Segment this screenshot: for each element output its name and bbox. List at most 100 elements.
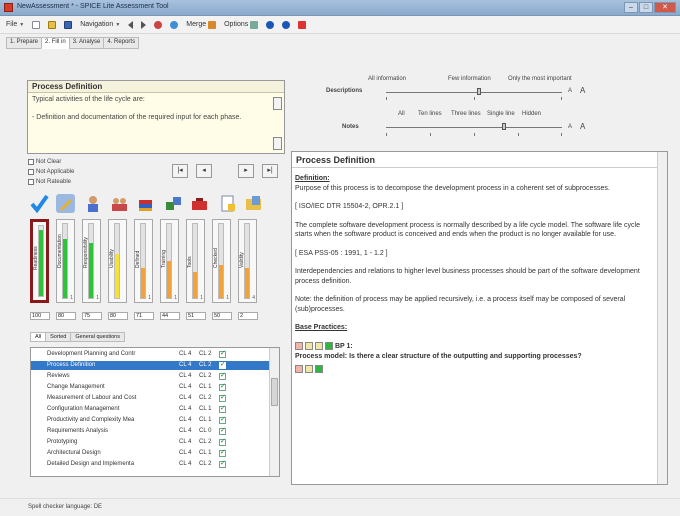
tree-item[interactable]: Development Planning and Contr CL 4 CL 2 [31,349,269,359]
document-icon[interactable] [218,194,237,213]
tree-scrollbar-thumb[interactable] [271,378,278,406]
forward-icon[interactable] [141,20,147,29]
gauge-training[interactable]: Training 1 [160,219,179,303]
tab-prepare[interactable]: 1. Prepare [6,37,43,49]
tree-item[interactable]: Detailed Design and Implementa CL 4 CL 2 [31,459,269,469]
tree-item-name: Architectural Design [47,450,101,456]
menu-options[interactable]: Options [224,20,259,29]
save-icon[interactable] [64,20,73,29]
prev-button[interactable]: ◂ [196,164,212,178]
not-clear-checkbox[interactable]: Not Clear [28,159,61,165]
tick [561,133,562,136]
tree-item[interactable]: Measurement of Labour and Cost CL 4 CL 2 [31,393,269,403]
process-summary-title: Process Definition [28,81,284,93]
spell-label: Spell checker language: [28,504,93,510]
rating-n-button[interactable] [295,342,303,351]
not-rateable-checkbox[interactable]: Not Rateable [28,179,71,185]
gauge-readiness[interactable]: Readiness [30,219,49,303]
tree-item-cl: CL 4 [179,450,192,456]
open-folder-icon[interactable] [48,20,57,29]
person-icon[interactable] [84,194,103,213]
tree-item-ol: CL 2 [199,373,212,379]
gauge-checked[interactable]: Checked 1 [212,219,231,303]
tree-item-ol: CL 2 [199,351,212,357]
percent-box: 71 [134,312,154,320]
tree-item[interactable]: Change Management CL 4 CL 1 [31,382,269,392]
tree-item[interactable]: Process Definition CL 4 CL 2 [31,360,269,370]
books-icon[interactable] [136,194,155,213]
menu-merge[interactable]: Merge [186,20,217,29]
notes-font-larger-button[interactable]: A [580,122,585,131]
gauge-usability[interactable]: Usability [108,219,127,303]
team-icon[interactable] [110,194,129,213]
tree-item[interactable]: Prototyping CL 4 CL 2 [31,437,269,447]
process-tree: Development Planning and ContrCL 4CL 2Pr… [30,347,280,477]
not-applicable-checkbox[interactable]: Not Applicable [28,169,74,175]
notes-option-all: All [398,111,405,117]
tree-scrollbar[interactable] [269,348,279,476]
checkbox-box [28,159,34,165]
gauge-fill [219,264,223,298]
tree-item[interactable]: Architectural Design CL 4 CL 1 [31,448,269,458]
tree-item-name: Change Management [47,384,105,390]
pencil-icon[interactable] [56,194,75,213]
manual-icon[interactable] [298,20,307,29]
tab-all[interactable]: All [30,332,47,342]
tree-item[interactable]: Productivity and Complexity Mea CL 4 CL 1 [31,415,269,425]
scroll-down-button[interactable] [273,137,282,150]
tree-item-cl: CL 4 [179,461,192,467]
tab-fill-in[interactable]: 2. Fill in [41,37,70,49]
descriptions-slider[interactable] [386,92,562,93]
last-button[interactable]: ▸| [262,164,278,178]
globe-icon[interactable] [170,20,179,29]
tree-item[interactable]: Requirements Analysis CL 4 CL 0 [31,426,269,436]
tree-item[interactable]: Configuration Management CL 4 CL 1 [31,404,269,414]
tree-item-cl: CL 4 [179,439,192,445]
tab-reports[interactable]: 4. Reports [103,37,140,49]
rating-l-button[interactable] [315,342,323,351]
rating-p-button[interactable] [305,342,313,351]
rating-f-button[interactable] [315,364,323,373]
check-icon[interactable] [30,194,49,214]
rating-f-button[interactable] [325,342,333,351]
first-button[interactable]: |◂ [172,164,188,178]
descriptions-slider-thumb[interactable] [477,88,481,95]
menu-navigation[interactable]: Navigation ▼ [80,21,120,28]
back-icon[interactable] [128,20,134,29]
gauge-defined[interactable]: Defined 1 [134,219,153,303]
new-document-icon[interactable] [32,20,41,29]
folder-icon[interactable] [244,194,263,213]
minimize-button[interactable]: – [624,2,638,13]
gauge-tools[interactable]: Tools 1 [186,219,205,303]
notes-slider[interactable] [386,127,562,128]
next-button[interactable]: ▸ [238,164,254,178]
tab-general-questions[interactable]: General questions [70,332,125,342]
check-icon [219,415,226,424]
tree-item-name: Configuration Management [47,406,120,412]
gauge-number: 1 [96,295,99,301]
scroll-up-button[interactable] [273,97,282,110]
close-button[interactable]: ✕ [654,2,676,13]
tab-sorted[interactable]: Sorted [45,332,72,342]
gauge-label: Responsibility [83,237,89,268]
menu-file[interactable]: File ▼ [6,21,24,28]
spell-language[interactable]: DE [94,504,102,510]
gauge-validity[interactable]: Validity 4 [238,219,257,303]
tree-item[interactable]: Reviews CL 4 CL 2 [31,371,269,381]
notes-slider-thumb[interactable] [502,123,506,130]
rating-p-button[interactable] [305,364,313,373]
help-icon[interactable] [266,20,275,29]
rating-n-button[interactable] [295,364,303,373]
toolbox-icon[interactable] [190,194,209,213]
gauge-documentation[interactable]: Documentation 1 [56,219,75,303]
font-smaller-button[interactable]: A [568,88,572,94]
font-larger-button[interactable]: A [580,86,585,95]
tools-icon[interactable] [164,194,183,213]
tab-analyse[interactable]: 3. Analyse [68,37,105,49]
notes-font-smaller-button[interactable]: A [568,124,572,130]
maximize-button[interactable]: □ [639,2,653,13]
info-icon[interactable] [282,20,291,29]
filter-icon[interactable] [154,20,163,29]
gauge-responsibility[interactable]: Responsibility 1 [82,219,101,303]
detail-scrollbar[interactable] [657,152,667,484]
